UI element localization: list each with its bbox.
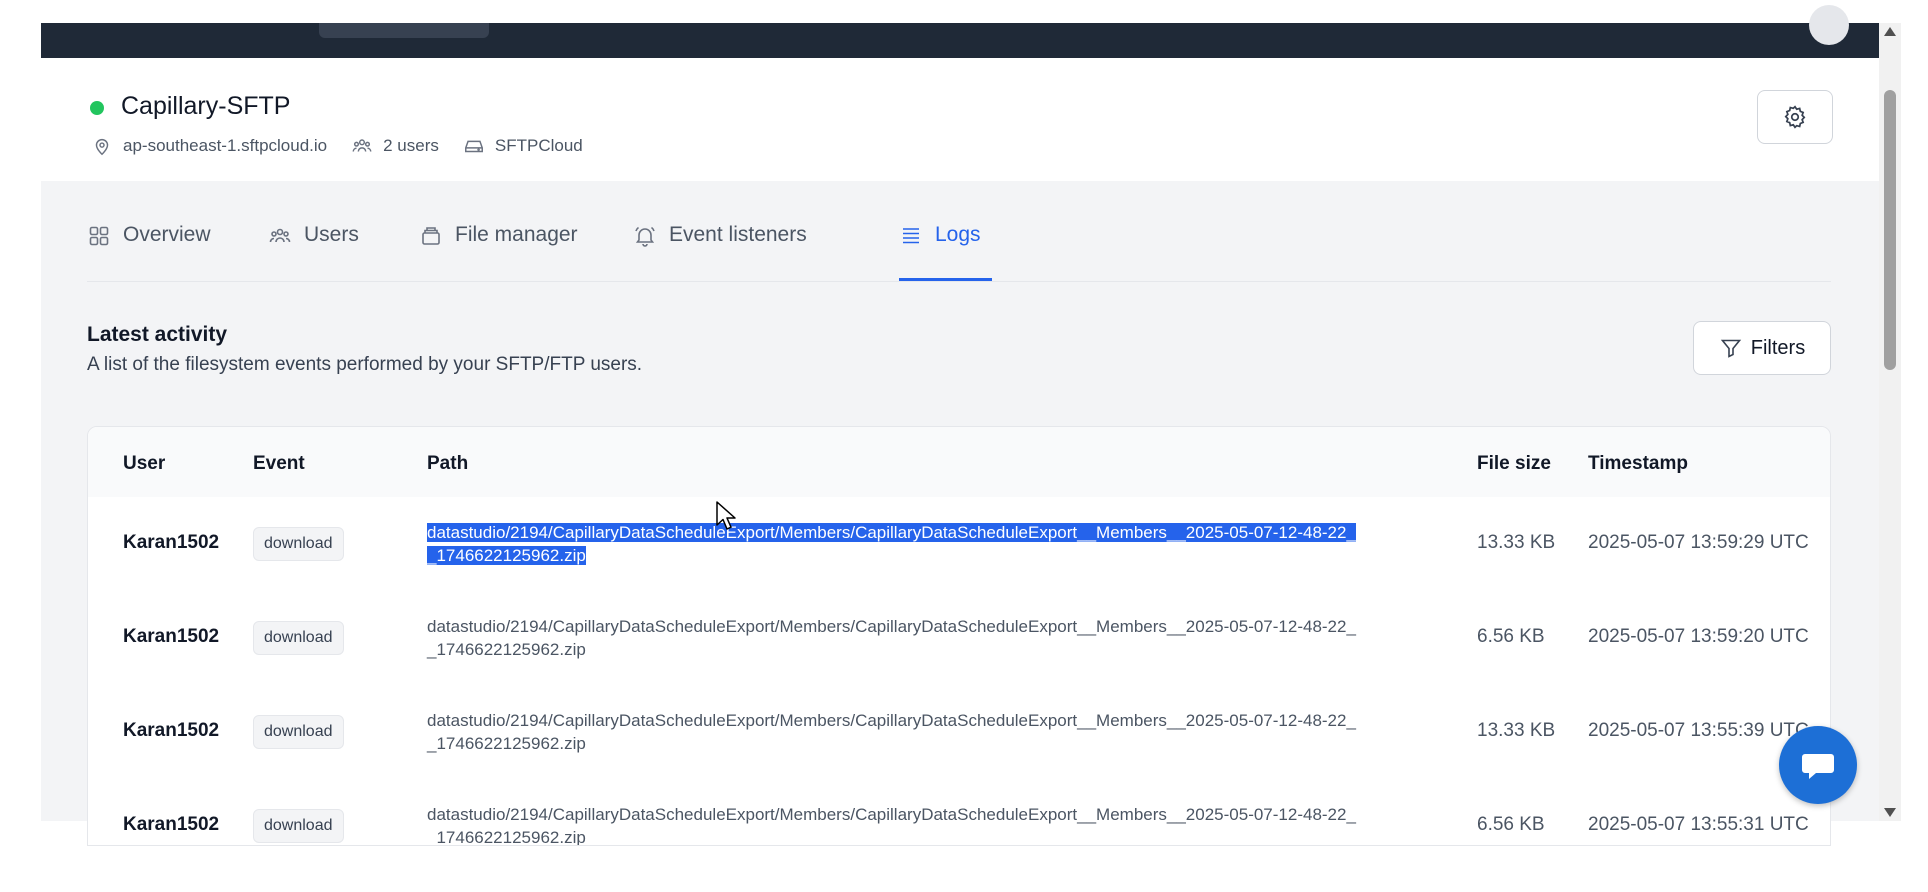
header-timestamp[interactable]: Timestamp [1588,453,1688,475]
row-timestamp: 2025-05-07 13:55:39 UTC [1588,720,1809,741]
storage-info: SFTPCloud [463,135,583,157]
tab-bar: Overview Users File manager Event listen… [87,181,1831,282]
page-scrollbar[interactable] [1879,23,1901,821]
row-user: Karan1502 [123,720,220,741]
host-label: ap-southeast-1.sftpcloud.io [123,136,328,155]
host-info: ap-southeast-1.sftpcloud.io [91,135,327,157]
archive-icon [422,227,440,245]
row-user: Karan1502 [123,626,220,647]
users-icon [269,228,291,243]
server-name: Capillary-SFTP [121,92,291,120]
tab-label: File manager [455,223,578,246]
table-row[interactable]: Karan1502 download datastudio/2194/Capil… [88,497,1830,592]
logs-table: User Event Path File size Timestamp Kara… [87,426,1831,846]
section-description: A list of the filesystem events performe… [87,354,643,375]
server-header: Capillary-SFTP ap-southeast-1.sftpcloud.… [41,58,1879,182]
row-timestamp: 2025-05-07 13:55:31 UTC [1588,814,1809,835]
row-user: Karan1502 [123,814,220,835]
page: Capillary-SFTP ap-southeast-1.sftpcloud.… [0,0,1928,892]
settings-button[interactable] [1757,90,1833,144]
tab-label: Users [304,223,359,246]
bell-icon [635,226,655,247]
filters-label: Filters [1750,336,1806,359]
table-header: User Event Path File size Timestamp [88,427,1830,498]
event-badge: download [253,621,344,655]
tab-logs[interactable]: Logs [899,223,992,281]
header-path[interactable]: Path [427,453,468,475]
mouse-cursor-icon [716,501,736,530]
event-badge: download [253,809,344,843]
row-timestamp: 2025-05-07 13:59:29 UTC [1588,532,1809,553]
tab-label: Logs [935,223,981,246]
filters-button[interactable]: Filters [1693,321,1831,375]
tab-file-manager[interactable]: File manager [419,223,578,281]
chat-support-button[interactable] [1779,726,1857,804]
users-info: 2 users [351,135,439,157]
scroll-up-arrow-icon[interactable] [1884,27,1896,36]
section-title: Latest activity [87,323,228,346]
header-user[interactable]: User [123,453,165,475]
scrollbar-thumb[interactable] [1884,90,1896,370]
table-row[interactable]: Karan1502 download datastudio/2194/Capil… [88,685,1830,780]
status-indicator [90,101,104,115]
chat-bubble-icon [1802,754,1834,779]
row-file-size: 13.33 KB [1477,720,1556,741]
row-path[interactable]: datastudio/2194/CapillaryDataScheduleExp… [427,615,1357,661]
users-count: 2 users [383,136,439,155]
row-file-size: 6.56 KB [1477,626,1545,647]
top-nav-bar [41,5,1879,58]
tab-overview[interactable]: Overview [87,223,211,281]
tab-label: Event listeners [669,223,807,246]
tab-users[interactable]: Users [268,223,359,281]
header-event[interactable]: Event [253,453,305,475]
grid-icon [89,226,109,246]
filter-icon [1720,339,1741,358]
location-pin-icon [95,138,109,156]
table-row[interactable]: Karan1502 download datastudio/2194/Capil… [88,591,1830,686]
tab-label: Overview [123,223,211,246]
header-file-size[interactable]: File size [1477,453,1551,475]
row-path[interactable]: datastudio/2194/CapillaryDataScheduleExp… [427,521,1357,567]
row-path[interactable]: datastudio/2194/CapillaryDataScheduleExp… [427,803,1357,845]
storage-label: SFTPCloud [494,136,583,155]
drive-icon [464,140,483,153]
row-user: Karan1502 [123,532,220,553]
list-icon [903,228,919,244]
row-path[interactable]: datastudio/2194/CapillaryDataScheduleExp… [427,709,1357,755]
avatar[interactable] [1809,5,1849,45]
row-timestamp: 2025-05-07 13:59:20 UTC [1588,626,1809,647]
table-row[interactable]: Karan1502 download datastudio/2194/Capil… [88,779,1830,845]
nav-search-box[interactable] [319,23,489,38]
scroll-down-arrow-icon[interactable] [1884,808,1896,817]
event-badge: download [253,715,344,749]
server-meta: ap-southeast-1.sftpcloud.io 2 users SFTP… [91,132,607,160]
gear-icon [1784,105,1806,129]
selected-path-text[interactable]: datastudio/2194/CapillaryDataScheduleExp… [427,523,1356,565]
row-file-size: 13.33 KB [1477,532,1556,553]
event-badge: download [253,527,344,561]
tab-event-listeners[interactable]: Event listeners [633,223,807,281]
users-icon [352,139,372,152]
main-content: Overview Users File manager Event listen… [41,181,1879,846]
row-file-size: 6.56 KB [1477,814,1545,835]
